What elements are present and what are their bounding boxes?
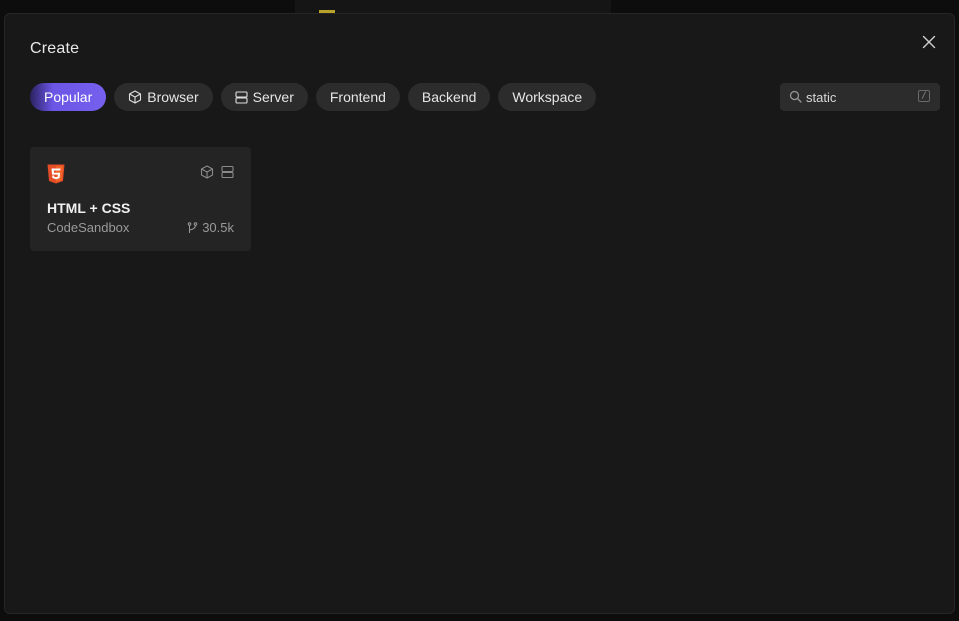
filter-label: Server: [252, 89, 294, 105]
fork-count: 30.5k: [202, 220, 234, 235]
filter-backend[interactable]: Backend: [407, 83, 491, 111]
filter-browser[interactable]: Browser: [114, 83, 213, 111]
template-author: CodeSandbox: [47, 220, 130, 235]
template-card-html-css[interactable]: HTML + CSS CodeSandbox 30.5k: [30, 147, 251, 251]
html5-icon: [47, 164, 65, 184]
search-shortcut-hint: /: [918, 90, 930, 102]
filter-frontend[interactable]: Frontend: [315, 83, 400, 111]
cube-icon: [200, 165, 214, 179]
search-icon: [789, 90, 802, 103]
create-modal: Create Popular Browser Server Frontend B…: [4, 13, 955, 614]
server-icon: [235, 90, 248, 104]
template-name: HTML + CSS: [47, 200, 131, 216]
modal-title: Create: [30, 40, 80, 57]
filter-server[interactable]: Server: [220, 83, 308, 111]
filter-label: Popular: [44, 89, 93, 105]
filter-workspace[interactable]: Workspace: [498, 83, 597, 111]
filter-popular[interactable]: Popular: [30, 83, 107, 111]
close-button[interactable]: [919, 32, 939, 52]
server-icon: [221, 165, 234, 179]
filter-label: Backend: [421, 89, 477, 105]
close-icon: [922, 35, 936, 49]
filter-label: Browser: [147, 89, 199, 105]
environment-icons: [200, 165, 234, 179]
search-input[interactable]: [806, 87, 910, 107]
filter-chips: Popular Browser Server Frontend Backend …: [30, 83, 597, 111]
fork-icon: [187, 221, 198, 233]
template-forks: 30.5k: [187, 220, 234, 235]
filter-label: Frontend: [329, 89, 386, 105]
search-box[interactable]: /: [780, 83, 940, 111]
cube-icon: [129, 90, 142, 104]
filter-label: Workspace: [512, 89, 583, 105]
